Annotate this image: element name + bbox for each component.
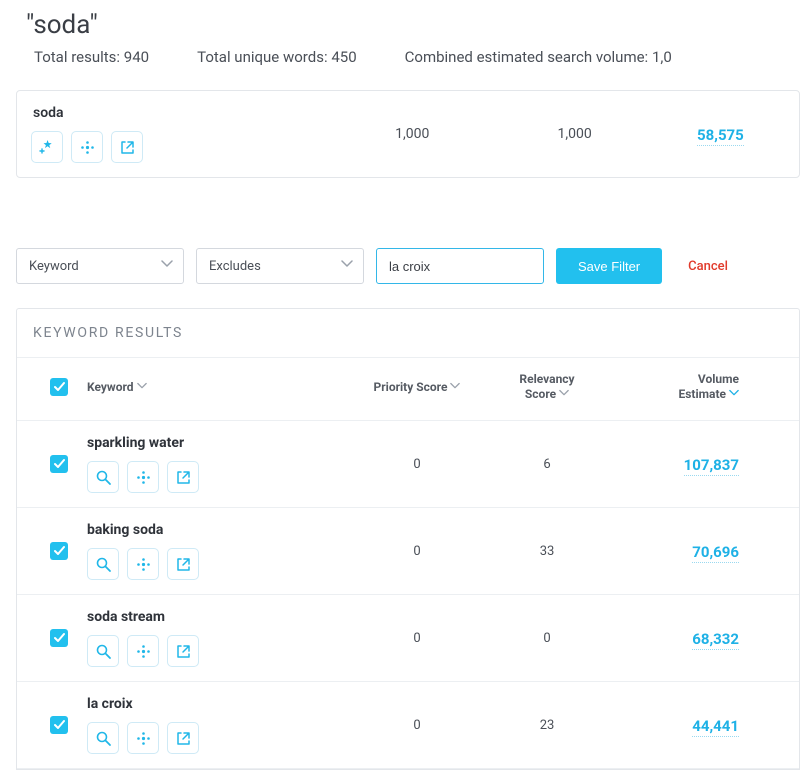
seed-col-1: 1,000 xyxy=(372,126,452,142)
chevron-down-icon xyxy=(450,380,460,394)
summary-row: Total results: 940 Total unique words: 4… xyxy=(34,48,800,66)
row-volume[interactable]: 44,441 xyxy=(692,717,739,737)
seed-volume[interactable]: 58,575 xyxy=(697,126,744,146)
external-link-icon[interactable] xyxy=(167,722,199,754)
row-relevancy: 23 xyxy=(487,718,607,733)
header-keyword[interactable]: Keyword xyxy=(87,380,147,394)
row-keyword: soda stream xyxy=(87,609,347,625)
expand-dots-icon[interactable] xyxy=(127,548,159,580)
seed-keyword: soda xyxy=(33,105,331,121)
combined-volume: Combined estimated search volume: 1,0 xyxy=(405,48,672,66)
expand-dots-icon[interactable] xyxy=(127,461,159,493)
filter-operator-select[interactable]: Excludes xyxy=(196,248,364,284)
table-row: soda stream0068,332 xyxy=(17,595,799,682)
row-checkbox[interactable] xyxy=(50,716,68,734)
filter-field-select[interactable]: Keyword xyxy=(16,248,184,284)
row-priority: 0 xyxy=(347,457,487,472)
row-checkbox[interactable] xyxy=(50,542,68,560)
row-relevancy: 33 xyxy=(487,544,607,559)
table-row: sparkling water06 107,837 xyxy=(17,421,799,508)
filter-value-input[interactable] xyxy=(376,248,544,284)
save-filter-button[interactable]: Save Filter xyxy=(556,248,662,284)
row-priority: 0 xyxy=(347,544,487,559)
chevron-down-icon xyxy=(161,258,173,274)
row-checkbox[interactable] xyxy=(50,455,68,473)
row-priority: 0 xyxy=(347,631,487,646)
header-relevancy-score[interactable]: Relevancy Score xyxy=(519,372,574,402)
external-link-icon[interactable] xyxy=(167,461,199,493)
row-volume[interactable]: 107,837 xyxy=(684,456,739,476)
chevron-down-icon xyxy=(559,387,569,402)
external-link-icon[interactable] xyxy=(111,131,143,163)
total-results: Total results: 940 xyxy=(34,48,149,66)
header-priority-score[interactable]: Priority Score xyxy=(374,380,461,394)
table-header: Keyword Priority Score Relevancy Score xyxy=(17,358,799,421)
filter-bar: Keyword Excludes Save Filter Cancel xyxy=(16,248,800,284)
expand-dots-icon[interactable] xyxy=(127,635,159,667)
search-icon[interactable] xyxy=(87,635,119,667)
seed-keyword-card: soda 1,000 1,000 58,575 xyxy=(16,90,800,178)
row-keyword: la croix xyxy=(87,696,347,712)
row-volume[interactable]: 68,332 xyxy=(692,630,739,650)
header-volume-estimate[interactable]: Volume Estimate xyxy=(678,372,739,402)
select-all-checkbox[interactable] xyxy=(50,378,68,396)
expand-dots-icon[interactable] xyxy=(127,722,159,754)
results-section-title: KEYWORD RESULTS xyxy=(17,309,799,358)
row-checkbox[interactable] xyxy=(50,629,68,647)
chevron-down-icon xyxy=(137,380,147,394)
row-keyword: sparkling water xyxy=(87,435,347,451)
chevron-down-icon xyxy=(729,387,739,402)
cancel-link[interactable]: Cancel xyxy=(688,259,728,274)
external-link-icon[interactable] xyxy=(167,635,199,667)
row-volume[interactable]: 70,696 xyxy=(692,543,739,563)
row-relevancy: 6 xyxy=(487,457,607,472)
search-icon[interactable] xyxy=(87,722,119,754)
page-title: "soda" xyxy=(26,10,800,40)
row-keyword: baking soda xyxy=(87,522,347,538)
table-row: la croix023 44,441 xyxy=(17,682,799,769)
total-unique-words: Total unique words: 450 xyxy=(197,48,357,66)
external-link-icon[interactable] xyxy=(167,548,199,580)
results-panel: KEYWORD RESULTS Keyword Priority Score xyxy=(16,308,800,770)
sparkle-icon[interactable] xyxy=(31,131,63,163)
row-relevancy: 0 xyxy=(487,631,607,646)
search-icon[interactable] xyxy=(87,548,119,580)
expand-dots-icon[interactable] xyxy=(71,131,103,163)
seed-col-2: 1,000 xyxy=(535,126,615,142)
chevron-down-icon xyxy=(341,258,353,274)
table-row: baking soda033 70,696 xyxy=(17,508,799,595)
row-priority: 0 xyxy=(347,718,487,733)
search-icon[interactable] xyxy=(87,461,119,493)
